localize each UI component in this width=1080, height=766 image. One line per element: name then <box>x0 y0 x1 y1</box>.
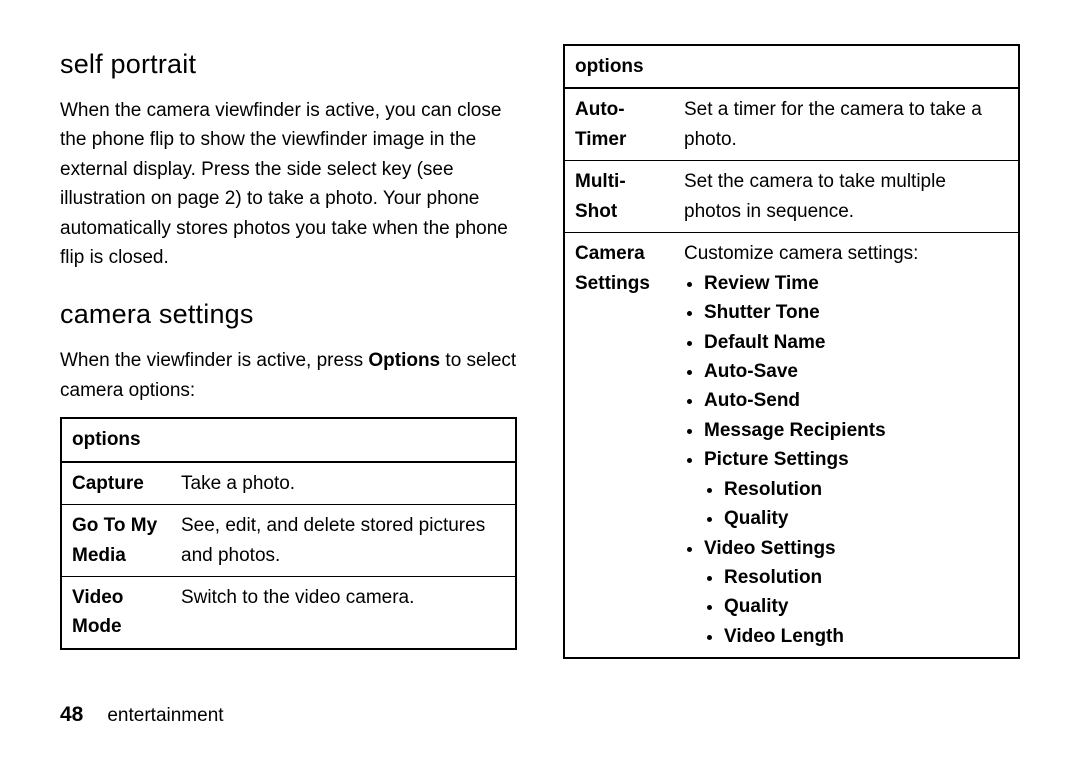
list-item: Quality <box>724 504 1008 533</box>
heading-camera-settings: camera settings <box>60 294 517 336</box>
list-item: Message Recipients <box>704 416 1008 445</box>
option-desc: Take a photo. <box>171 462 516 505</box>
text: Customize camera settings: <box>684 243 918 264</box>
list-item: Picture Settings Resolution Quality <box>704 445 1008 533</box>
table-row: Multi-Shot Set the camera to take multip… <box>564 161 1019 233</box>
list-item: Video Length <box>724 622 1008 651</box>
paragraph-self-portrait: When the camera viewfinder is active, yo… <box>60 96 517 273</box>
options-header: options <box>564 45 1019 88</box>
list-item: Shutter Tone <box>704 298 1008 327</box>
table-row: Camera Settings Customize camera setting… <box>564 233 1019 659</box>
options-table-left: options Capture Take a photo. Go To My M… <box>60 417 517 650</box>
list-item: Review Time <box>704 269 1008 298</box>
option-desc: See, edit, and delete stored pictures an… <box>171 505 516 577</box>
option-key: Auto-Timer <box>564 88 674 160</box>
list-item: Auto-Send <box>704 386 1008 415</box>
text: When the viewfinder is active, press <box>60 350 368 371</box>
options-key-label: Options <box>368 350 440 371</box>
option-key: Video Mode <box>61 576 171 648</box>
page-footer: 48 entertainment <box>60 699 224 732</box>
heading-self-portrait: self portrait <box>60 44 517 86</box>
option-key: Go To My Media <box>61 505 171 577</box>
paragraph-camera-settings: When the viewfinder is active, press Opt… <box>60 346 517 405</box>
option-desc: Set the camera to take multiple photos i… <box>674 161 1019 233</box>
text: Picture Settings <box>704 449 849 470</box>
right-column: options Auto-Timer Set a timer for the c… <box>563 44 1020 659</box>
list-item: Quality <box>724 592 1008 621</box>
list-item: Default Name <box>704 328 1008 357</box>
table-row: Capture Take a photo. <box>61 462 516 505</box>
option-key: Multi-Shot <box>564 161 674 233</box>
option-desc: Set a timer for the camera to take a pho… <box>674 88 1019 160</box>
section-name: entertainment <box>107 705 223 726</box>
list-item: Resolution <box>724 475 1008 504</box>
table-row: Auto-Timer Set a timer for the camera to… <box>564 88 1019 160</box>
page-number: 48 <box>60 703 83 726</box>
table-row: Go To My Media See, edit, and delete sto… <box>61 505 516 577</box>
settings-list: Review Time Shutter Tone Default Name Au… <box>684 269 1008 652</box>
list-item: Video Settings Resolution Quality Video … <box>704 534 1008 652</box>
list-item: Resolution <box>724 563 1008 592</box>
options-table-right: options Auto-Timer Set a timer for the c… <box>563 44 1020 659</box>
table-row: Video Mode Switch to the video camera. <box>61 576 516 648</box>
option-desc: Customize camera settings: Review Time S… <box>674 233 1019 659</box>
left-column: self portrait When the camera viewfinder… <box>60 44 517 659</box>
text: Video Settings <box>704 538 836 559</box>
option-key: Camera Settings <box>564 233 674 659</box>
option-key: Capture <box>61 462 171 505</box>
options-header: options <box>61 418 516 461</box>
list-item: Auto-Save <box>704 357 1008 386</box>
option-desc: Switch to the video camera. <box>171 576 516 648</box>
